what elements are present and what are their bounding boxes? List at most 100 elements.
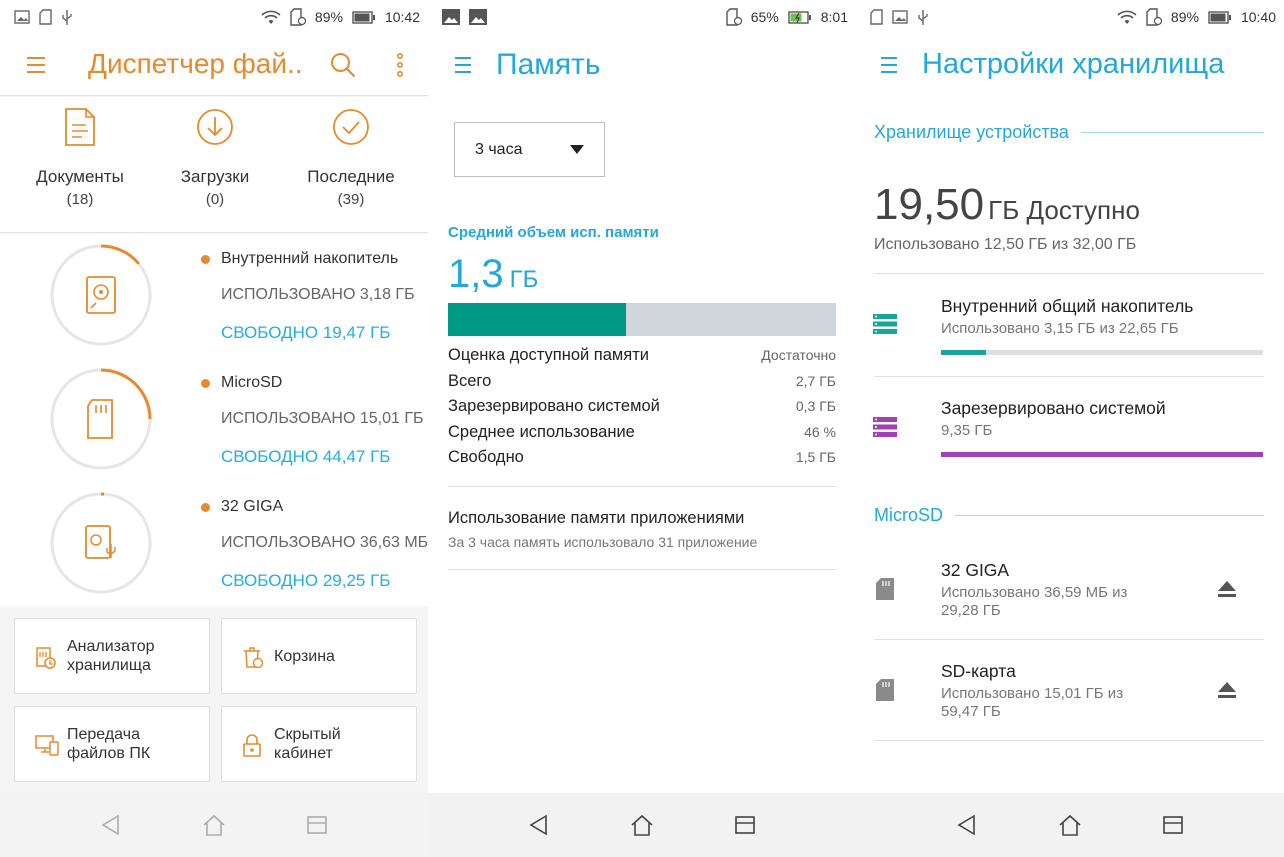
storage-list-icon xyxy=(873,417,897,437)
section-rule xyxy=(1080,132,1264,133)
app-bar: Диспетчер фай... xyxy=(0,34,428,96)
stat-key: Свободно xyxy=(448,448,524,466)
avg-unit: ГБ xyxy=(509,266,539,293)
storage-item-sub: Использовано 3,15 ГБ из 22,65 ГБ xyxy=(941,320,1179,337)
storage-free: СВОБОДНО 19,47 ГБ xyxy=(221,323,391,342)
storage-microsd[interactable]: MicroSD ИСПОЛЬЗОВАНО 15,01 ГБ СВОБОДНО 4… xyxy=(0,358,428,482)
stat-key: Оценка доступной памяти xyxy=(448,346,649,364)
storage-internal[interactable]: Внутренний накопитель ИСПОЛЬЗОВАНО 3,18 … xyxy=(0,234,428,358)
storage-item-internal[interactable]: Внутренний общий накопитель Использовано… xyxy=(856,274,1284,376)
back-icon[interactable] xyxy=(956,814,978,836)
section-label: Средний объем исп. памяти xyxy=(448,224,659,241)
status-bar: 89% 10:42 xyxy=(0,0,428,34)
tool-pc-transfer[interactable]: Передача файлов ПК xyxy=(14,706,210,782)
available-unit: ГБ Доступно xyxy=(988,195,1140,225)
storage-progress xyxy=(941,350,1263,355)
section-rule xyxy=(955,515,1264,516)
battery-icon xyxy=(1208,10,1231,24)
app-memory-usage-item[interactable]: Использование памяти приложениями За 3 ч… xyxy=(448,509,757,550)
storage-item-sub: 9,35 ГБ xyxy=(941,422,993,439)
storage-used: ИСПОЛЬЗОВАНО 15,01 ГБ xyxy=(221,410,424,427)
recent-apps-icon[interactable] xyxy=(306,815,328,835)
shortcut-downloads[interactable]: Загрузки (0) xyxy=(145,107,285,208)
battery-percent: 65% xyxy=(750,9,779,25)
pc-transfer-icon xyxy=(35,735,59,756)
home-icon[interactable] xyxy=(202,814,226,836)
stat-value: Достаточно xyxy=(761,347,836,363)
sim-nosignal-icon xyxy=(726,8,742,26)
wifi-icon xyxy=(261,10,281,24)
shortcut-recent[interactable]: Последние (39) xyxy=(281,107,421,208)
eject-icon[interactable] xyxy=(1218,581,1236,597)
tool-label: Передача файлов ПК xyxy=(67,726,151,762)
storage-progress-fill xyxy=(941,452,1263,457)
shortcut-count: (39) xyxy=(337,191,365,208)
tool-hidden-cabinet[interactable]: Скрытый кабинет xyxy=(221,706,417,782)
usb-icon xyxy=(918,9,928,25)
memory-stats: Оценка доступной памяти Достаточно Всего 2… xyxy=(448,346,836,474)
stat-row: Зарезервировано системой 0,3 ГБ xyxy=(448,397,836,423)
back-icon[interactable] xyxy=(528,814,550,836)
battery-percent: 89% xyxy=(1170,9,1199,25)
sd-item-used: Использовано 36,59 МБ из xyxy=(941,584,1128,601)
menu-icon[interactable] xyxy=(880,56,898,74)
stat-row: Всего 2,7 ГБ xyxy=(448,372,836,398)
recent-apps-icon[interactable] xyxy=(1162,815,1184,835)
document-icon xyxy=(65,108,95,146)
status-dot xyxy=(201,255,210,264)
used-total: Использовано 12,50 ГБ из 32,00 ГБ xyxy=(874,236,1137,253)
usage-ring xyxy=(50,368,152,470)
gallery-icon xyxy=(469,9,487,25)
storage-progress xyxy=(941,452,1263,457)
sd-item-sdcard[interactable]: SD-карта Использовано 15,01 ГБ из 59,47 Г… xyxy=(856,640,1284,740)
section-header-microsd: MicroSD xyxy=(874,505,1264,526)
usage-ring xyxy=(50,492,152,594)
usb-drive-icon xyxy=(85,525,116,559)
back-icon[interactable] xyxy=(100,814,122,836)
storage-item-name: Зарезервировано системой xyxy=(941,398,1166,418)
storage-settings-screen: 89% 10:40 Настройки хранилища Хранилище … xyxy=(856,0,1284,857)
storage-item-system[interactable]: Зарезервировано системой 9,35 ГБ xyxy=(856,377,1284,477)
shortcut-documents[interactable]: Документы (18) xyxy=(10,107,150,208)
sd-card-icon xyxy=(870,9,883,25)
menu-icon[interactable] xyxy=(26,56,46,74)
eject-icon[interactable] xyxy=(1218,682,1236,698)
battery-icon xyxy=(352,10,375,24)
tool-label: Скрытый кабинет xyxy=(274,726,341,762)
tool-label: Анализатор хранилища xyxy=(67,638,155,674)
storage-used: ИСПОЛЬЗОВАНО 36,63 МБ xyxy=(221,534,428,551)
status-bar: 89% 10:40 xyxy=(856,0,1284,34)
search-icon[interactable] xyxy=(330,52,356,78)
sd-card-icon xyxy=(876,679,894,701)
home-icon[interactable] xyxy=(1058,814,1082,836)
usage-ring xyxy=(50,244,152,346)
nav-bar xyxy=(0,793,428,857)
storage-item-name: Внутренний общий накопитель xyxy=(941,296,1194,316)
period-dropdown[interactable]: 3 часа xyxy=(454,122,605,177)
app-usage-title: Использование памяти приложениями xyxy=(448,509,745,527)
menu-icon[interactable] xyxy=(454,56,472,74)
app-usage-desc: За 3 часа память использовало 31 приложе… xyxy=(448,534,758,550)
home-icon[interactable] xyxy=(630,814,654,836)
shortcut-count: (18) xyxy=(66,191,94,208)
shortcut-label: Последние xyxy=(307,167,395,186)
tool-trash[interactable]: Корзина xyxy=(221,618,417,694)
storage-usb[interactable]: 32 GIGA ИСПОЛЬЗОВАНО 36,63 МБ СВОБОДНО 2… xyxy=(0,482,428,606)
gallery-icon xyxy=(442,9,460,25)
divider xyxy=(874,740,1264,741)
stat-value: 1,5 ГБ xyxy=(795,449,836,465)
recent-apps-icon[interactable] xyxy=(734,815,756,835)
section-title: Хранилище устройства xyxy=(874,122,1069,142)
tool-label: Корзина xyxy=(274,647,335,665)
tool-storage-analyzer[interactable]: Анализатор хранилища xyxy=(14,618,210,694)
sd-item-32giga[interactable]: 32 GIGA Использовано 36,59 МБ из 29,28 ГБ xyxy=(856,540,1284,639)
sd-item-name: 32 GIGA xyxy=(941,560,1010,580)
more-options-icon[interactable] xyxy=(396,52,404,78)
section-header-device: Хранилище устройства xyxy=(874,122,1264,143)
usb-icon xyxy=(62,9,72,25)
sd-item-sub: Использовано 15,01 ГБ из 59,47 ГБ xyxy=(941,685,1123,721)
divider xyxy=(448,486,836,487)
status-time: 10:40 xyxy=(1240,9,1276,25)
status-dot xyxy=(201,503,210,512)
storage-list: Внутренний накопитель ИСПОЛЬЗОВАНО 3,18 … xyxy=(0,234,428,606)
